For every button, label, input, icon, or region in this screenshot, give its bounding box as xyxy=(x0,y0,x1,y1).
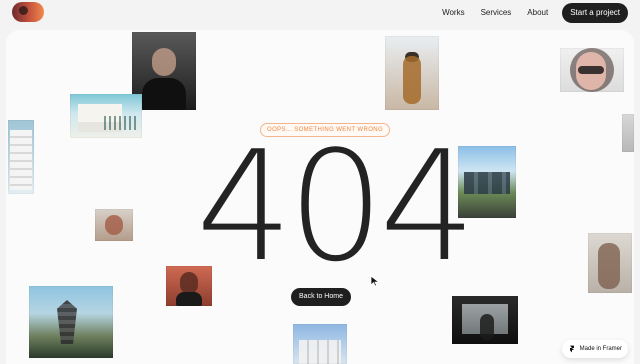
made-in-framer-label: Made in Framer xyxy=(579,346,622,352)
nav-link-works[interactable]: Works xyxy=(440,6,467,20)
mouse-cursor-icon xyxy=(370,275,380,287)
nav-link-services[interactable]: Services xyxy=(479,6,514,20)
made-in-framer-badge[interactable]: Made in Framer xyxy=(561,340,628,358)
avatar-logo-icon[interactable] xyxy=(12,2,44,22)
error-code: 404 xyxy=(196,118,476,295)
top-navigation-bar: Works Services About Start a project xyxy=(0,0,640,26)
start-project-button[interactable]: Start a project xyxy=(562,3,628,23)
primary-nav: Works Services About Start a project xyxy=(440,0,628,26)
error-center-block: OOPS... SOMETHING WENT WRONG 404 Back to… xyxy=(6,30,634,364)
nav-link-about[interactable]: About xyxy=(525,6,550,20)
back-to-home-button[interactable]: Back to Home xyxy=(291,288,351,306)
error-content-card: OOPS... SOMETHING WENT WRONG 404 Back to… xyxy=(6,30,634,364)
framer-icon xyxy=(569,345,574,353)
